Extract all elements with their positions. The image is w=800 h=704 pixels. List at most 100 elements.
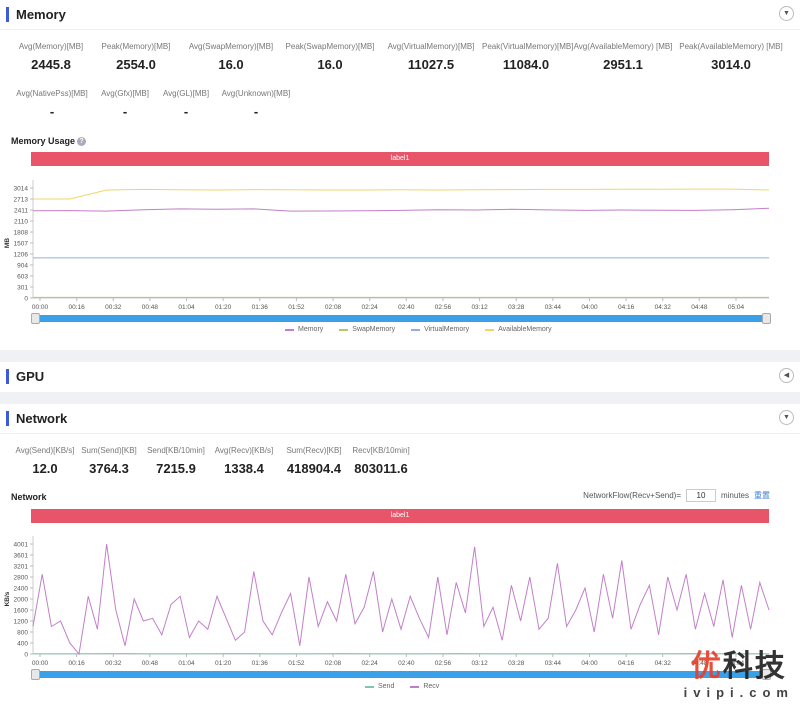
stat-value: - xyxy=(122,104,128,119)
stat-item: Avg(NativePss)[MB] - xyxy=(12,89,92,119)
legend-label: SwapMemory xyxy=(352,326,396,333)
stat-label: Avg(Send)[KB/s] xyxy=(15,446,75,455)
stat-label: Avg(Recv)[KB/s] xyxy=(214,446,274,455)
memory-stats-row2: Avg(NativePss)[MB] - Avg(Gfx)[MB] - Avg(GL)[… xyxy=(12,89,298,119)
network-panel-header[interactable]: Network ▼ xyxy=(0,404,800,434)
network-legend: Send Recv xyxy=(365,683,439,690)
legend-swatch xyxy=(410,685,420,688)
gpu-expand-button[interactable]: ◀ xyxy=(779,368,794,383)
y-tick-label: 3601 xyxy=(14,552,29,559)
x-tick-label: 00:32 xyxy=(105,660,122,667)
x-tick-label: 02:56 xyxy=(435,304,452,311)
slider-handle-left[interactable] xyxy=(31,669,40,680)
x-tick-label: 02:08 xyxy=(325,304,342,311)
y-tick-label: 1808 xyxy=(14,230,29,237)
x-tick-label: 01:04 xyxy=(178,660,195,667)
memory-chart: 0 301 603 904 1206 1507 1808 2110 2411 2713 3014 MB… xyxy=(4,180,770,311)
slider-handle-right[interactable] xyxy=(762,313,771,324)
stat-item: Avg(Send)[KB/s] 12.0 xyxy=(14,446,76,476)
stat-label: Sum(Send)[KB] xyxy=(81,446,137,455)
legend-item[interactable]: SwapMemory xyxy=(339,326,395,333)
stat-item: Avg(AvailableMemory) [MB] 2951.1 xyxy=(570,42,676,72)
x-tick-label: 04:00 xyxy=(581,304,598,311)
legend-label: Send xyxy=(378,683,395,690)
y-tick-label: 2411 xyxy=(14,208,28,215)
stat-label: Peak(Memory)[MB] xyxy=(101,42,171,51)
x-tick-label: 03:12 xyxy=(471,304,488,311)
stat-item: Avg(Memory)[MB] 2445.8 xyxy=(12,42,90,72)
stat-value: 7215.9 xyxy=(156,461,196,476)
watermark-logo: 优科技 xyxy=(684,641,794,685)
memory-time-slider[interactable] xyxy=(31,313,771,324)
chevron-left-icon: ◀ xyxy=(783,372,790,379)
stat-value: 803011.6 xyxy=(354,461,408,476)
memory-collapse-button[interactable]: ▼ xyxy=(779,6,794,21)
y-tick-label: 603 xyxy=(17,273,28,280)
stat-value: - xyxy=(183,104,189,119)
legend-item[interactable]: Recv xyxy=(410,683,439,690)
y-tick-label: 2800 xyxy=(14,575,29,582)
x-tick-label: 04:32 xyxy=(655,304,672,311)
y-tick-label: 400 xyxy=(17,641,28,648)
y-axis-label: KB/s xyxy=(4,591,11,606)
network-chart-title: Network xyxy=(11,492,47,502)
x-tick-label: 03:28 xyxy=(508,304,525,311)
slider-handle-left[interactable] xyxy=(31,313,40,324)
legend-item[interactable]: Memory xyxy=(285,326,323,333)
reset-link[interactable]: 重置 xyxy=(754,490,770,501)
x-tick-label: 04:32 xyxy=(655,660,672,667)
legend-label: VirtualMemory xyxy=(424,326,470,333)
y-tick-label: 800 xyxy=(17,630,28,637)
stat-label: Avg(VirtualMemory)[MB] xyxy=(387,42,475,51)
stat-item: Avg(SwapMemory)[MB] 16.0 xyxy=(182,42,280,72)
x-tick-label: 00:48 xyxy=(142,304,159,311)
memory-panel-header[interactable]: Memory ▼ xyxy=(0,0,800,30)
x-tick-label: 04:48 xyxy=(691,304,708,311)
x-tick-label: 02:24 xyxy=(362,304,379,311)
y-tick-label: 4001 xyxy=(14,542,29,549)
network-collapse-button[interactable]: ▼ xyxy=(779,410,794,425)
legend-item[interactable]: Send xyxy=(365,683,394,690)
memory-panel: Memory ▼ Avg(Memory)[MB] 2445.8 Peak(Memor… xyxy=(0,0,800,350)
y-tick-label: 2713 xyxy=(14,196,29,203)
y-tick-label: 2000 xyxy=(14,597,29,604)
stat-value: 16.0 xyxy=(317,57,343,72)
legend-label: Memory xyxy=(298,326,324,333)
y-tick-label: 0 xyxy=(24,652,28,659)
stat-value: 12.0 xyxy=(32,461,58,476)
gpu-panel: GPU ◀ xyxy=(0,362,800,392)
stat-label: Peak(SwapMemory)[MB] xyxy=(285,42,375,51)
stat-value: 11027.5 xyxy=(407,57,455,72)
stat-item: Sum(Send)[KB] 3764.3 xyxy=(76,446,142,476)
y-axis-label: MB xyxy=(4,238,11,248)
legend-swatch xyxy=(411,328,421,331)
stat-item: Peak(Memory)[MB] 2554.0 xyxy=(90,42,182,72)
flow-minutes-input[interactable] xyxy=(685,489,716,502)
x-tick-label: 05:04 xyxy=(728,304,745,311)
stat-value: 418904.4 xyxy=(286,461,342,476)
stat-label: Send[KB/10min] xyxy=(147,446,205,455)
network-time-slider[interactable] xyxy=(31,669,771,680)
legend-item[interactable]: AvailableMemory xyxy=(485,326,552,333)
flow-label: NetworkFlow(Recv+Send)= xyxy=(583,491,681,500)
stat-value: 1338.4 xyxy=(224,461,264,476)
x-tick-label: 03:12 xyxy=(471,660,488,667)
stat-value: - xyxy=(49,104,55,119)
network-label-bar: label1 xyxy=(31,509,769,523)
y-tick-label: 1200 xyxy=(14,619,29,626)
gpu-panel-header[interactable]: GPU ◀ xyxy=(0,362,800,392)
stat-item: Peak(SwapMemory)[MB] 16.0 xyxy=(280,42,380,72)
stat-label: Peak(AvailableMemory) [MB] xyxy=(679,42,783,51)
legend-item[interactable]: VirtualMemory xyxy=(411,326,469,333)
x-tick-label: 04:00 xyxy=(581,660,598,667)
x-tick-label: 02:40 xyxy=(398,304,415,311)
flow-unit: minutes xyxy=(720,491,749,500)
y-tick-label: 904 xyxy=(17,263,28,270)
legend-label: AvailableMemory xyxy=(498,326,552,333)
x-tick-label: 01:52 xyxy=(288,304,305,311)
x-tick-label: 00:00 xyxy=(32,304,49,311)
stat-label: Peak(VirtualMemory)[MB] xyxy=(482,42,574,51)
stat-item: Avg(Recv)[KB/s] 1338.4 xyxy=(210,446,278,476)
help-icon[interactable]: ? xyxy=(77,137,87,147)
x-tick-label: 04:16 xyxy=(618,660,635,667)
